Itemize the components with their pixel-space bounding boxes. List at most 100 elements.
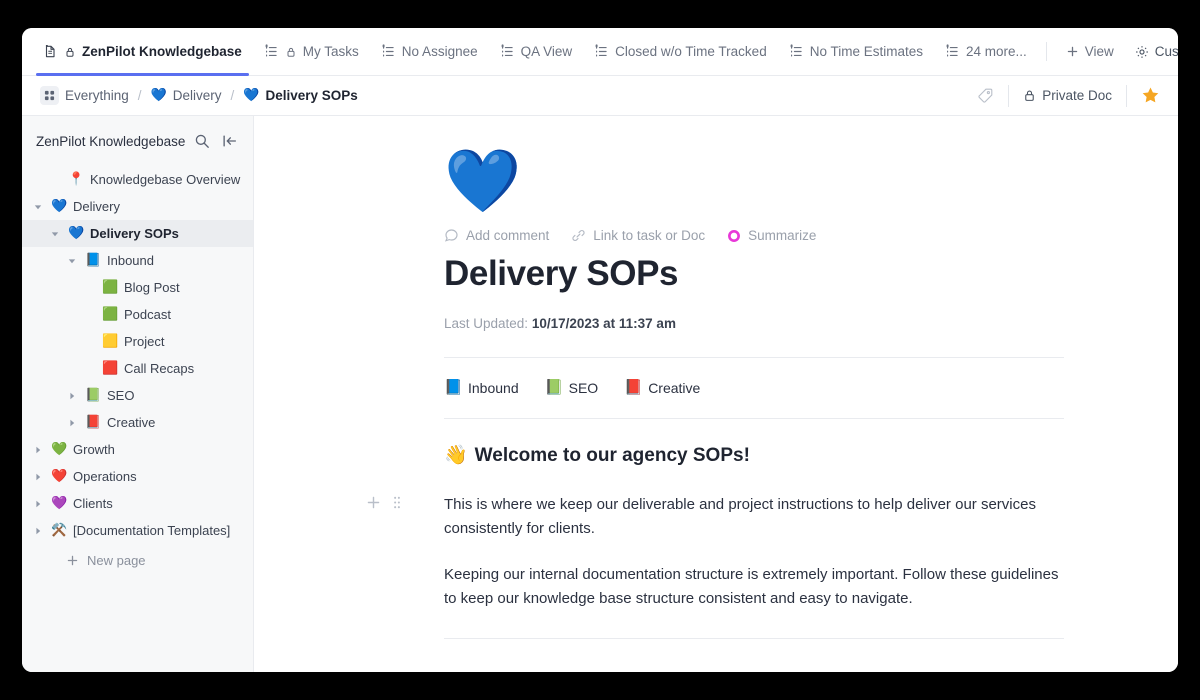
- chevron-right-icon[interactable]: [32, 473, 44, 481]
- privacy-button[interactable]: Private Doc: [1009, 76, 1126, 115]
- sidebar-item-documentation-templates[interactable]: ⚒️ [Documentation Templates]: [22, 517, 253, 544]
- document-area: 💙 Add comment Link to task or Doc Summar…: [254, 116, 1178, 672]
- sidebar-item-delivery-sops[interactable]: 💙 Delivery SOPs: [22, 220, 253, 247]
- main-body: ZenPilot Knowledgebase 📍 Knowledgebase Ov…: [22, 116, 1178, 672]
- tab-closed-w-o-time-tracked[interactable]: Closed w/o Time Tracked: [583, 28, 778, 75]
- breadcrumb-item-delivery-sops[interactable]: 💙 Delivery SOPs: [239, 85, 362, 106]
- sidebar-item-blog-post[interactable]: 🟩 Blog Post: [22, 274, 253, 301]
- breadcrumb-label: Delivery SOPs: [265, 88, 358, 103]
- tab-no-assignee[interactable]: No Assignee: [370, 28, 489, 75]
- chevron-right-icon[interactable]: [66, 392, 78, 400]
- breadcrumb-label: Everything: [65, 88, 129, 103]
- breadcrumb-bar: Everything / 💙 Delivery / 💙 Delivery SOPs: [22, 76, 1178, 116]
- sidebar-tree: 📍 Knowledgebase Overview 💙 Delivery 💙 Deliver…: [22, 166, 253, 544]
- plus-icon[interactable]: [366, 495, 381, 510]
- sidebar-item-label: Podcast: [124, 307, 171, 322]
- page-title[interactable]: Delivery SOPs: [444, 254, 1064, 294]
- add-view-button[interactable]: View: [1055, 28, 1125, 75]
- paragraph[interactable]: This is where we keep our deliverable an…: [444, 493, 1064, 542]
- sidebar-item-label: Growth: [73, 442, 115, 457]
- sidebar-item-knowledgebase-overview[interactable]: 📍 Knowledgebase Overview: [22, 166, 253, 193]
- sidebar-item-inbound[interactable]: 📘 Inbound: [22, 247, 253, 274]
- list-view-icon: [945, 44, 960, 59]
- list-view-icon: [381, 44, 396, 59]
- search-icon[interactable]: [191, 130, 213, 152]
- chevron-down-icon[interactable]: [49, 230, 61, 238]
- sidebar-item-emoji: 📕: [85, 415, 102, 430]
- drag-handle-icon[interactable]: [392, 495, 402, 510]
- paragraph[interactable]: Keeping our internal documentation struc…: [444, 563, 1064, 612]
- sidebar-item-creative[interactable]: 📕 Creative: [22, 409, 253, 436]
- breadcrumb-item-everything[interactable]: Everything: [36, 83, 133, 108]
- plus-icon: [1066, 45, 1079, 58]
- tab-24-more[interactable]: 24 more...: [934, 28, 1038, 75]
- tab-no-time-estimates[interactable]: No Time Estimates: [778, 28, 934, 75]
- tab-zenpilot-knowledgebase[interactable]: ZenPilot Knowledgebase: [32, 28, 253, 76]
- block-controls: [366, 495, 402, 510]
- tabbar-divider: [1045, 42, 1047, 61]
- page-link-label: Creative: [648, 379, 701, 396]
- gear-icon: [1135, 45, 1149, 59]
- page-link-inbound[interactable]: 📘 Inbound: [444, 380, 519, 396]
- view-tab-bar: ZenPilot Knowledgebase My Tasks No Assigne…: [22, 28, 1178, 76]
- favorite-button[interactable]: [1127, 76, 1174, 115]
- tab-label: No Assignee: [401, 43, 478, 59]
- link-to-task-button[interactable]: Link to task or Doc: [571, 228, 705, 243]
- sidebar-item-operations[interactable]: ❤️ Operations: [22, 463, 253, 490]
- add-comment-button[interactable]: Add comment: [444, 228, 549, 243]
- page-link-creative[interactable]: 📕 Creative: [624, 380, 700, 396]
- breadcrumb-item-delivery[interactable]: 💙 Delivery: [147, 85, 226, 106]
- chevron-right-icon[interactable]: [32, 527, 44, 535]
- sidebar-item-project[interactable]: 🟨 Project: [22, 328, 253, 355]
- chevron-down-icon[interactable]: [32, 203, 44, 211]
- customize-label: Customize: [1154, 44, 1178, 59]
- page-link-emoji: 📗: [544, 378, 564, 396]
- add-view-label: View: [1084, 43, 1114, 59]
- list-view-icon: [594, 44, 609, 59]
- sidebar-item-emoji: 💚: [51, 442, 68, 457]
- sidebar-item-growth[interactable]: 💚 Growth: [22, 436, 253, 463]
- tab-label: ZenPilot Knowledgebase: [82, 43, 242, 59]
- sidebar-item-call-recaps[interactable]: 🟥 Call Recaps: [22, 355, 253, 382]
- breadcrumb-separator: /: [230, 88, 235, 103]
- chevron-right-icon[interactable]: [66, 419, 78, 427]
- customize-button[interactable]: Customize: [1125, 44, 1178, 59]
- divider-bottom: [444, 637, 1064, 639]
- sidebar-item-label: Creative: [107, 415, 156, 430]
- sidebar-item-podcast[interactable]: 🟩 Podcast: [22, 301, 253, 328]
- chevron-right-icon[interactable]: [32, 446, 44, 454]
- sidebar-item-delivery[interactable]: 💙 Delivery: [22, 193, 253, 220]
- summarize-button[interactable]: Summarize: [727, 228, 816, 243]
- doc-cover-emoji[interactable]: 💙: [444, 150, 1064, 212]
- chevron-down-icon[interactable]: [66, 257, 78, 265]
- summarize-label: Summarize: [748, 228, 817, 243]
- sidebar-item-label: Operations: [73, 469, 137, 484]
- page-link-row: 📘 Inbound 📗 SEO 📕 Creative: [444, 380, 1064, 396]
- tab-label: No Time Estimates: [809, 43, 923, 59]
- tag-button[interactable]: [963, 76, 1008, 115]
- tabbar-actions: Customize Add: [1125, 28, 1178, 75]
- sidebar-item-emoji: 🟩: [102, 280, 119, 295]
- page-link-label: Inbound: [468, 379, 519, 396]
- sidebar-item-label: Call Recaps: [124, 361, 195, 376]
- sidebar-item-label: Delivery SOPs: [90, 226, 179, 241]
- page-link-seo[interactable]: 📗 SEO: [545, 380, 599, 396]
- collapse-panel-icon[interactable]: [219, 130, 241, 152]
- sidebar-item-clients[interactable]: 💜 Clients: [22, 490, 253, 517]
- tab-my-tasks[interactable]: My Tasks: [253, 28, 370, 75]
- privacy-label: Private Doc: [1042, 88, 1112, 103]
- sidebar-item-emoji: 💙: [68, 226, 85, 241]
- sidebar-item-seo[interactable]: 📗 SEO: [22, 382, 253, 409]
- section-heading-label: Welcome to our agency SOPs!: [474, 444, 750, 466]
- chevron-right-icon[interactable]: [32, 500, 44, 508]
- new-page-label: New page: [87, 552, 146, 568]
- sidebar-item-emoji: 📘: [85, 253, 102, 268]
- tab-qa-view[interactable]: QA View: [489, 28, 584, 75]
- new-page-button[interactable]: New page: [22, 546, 253, 574]
- sidebar-item-label: Project: [124, 334, 165, 349]
- page-link-label: SEO: [568, 379, 599, 396]
- sidebar-item-emoji: 💜: [51, 496, 68, 511]
- star-icon: [1141, 86, 1160, 105]
- last-updated: Last Updated: 10/17/2023 at 11:37 am: [444, 316, 1064, 331]
- grid-icon: [40, 86, 59, 105]
